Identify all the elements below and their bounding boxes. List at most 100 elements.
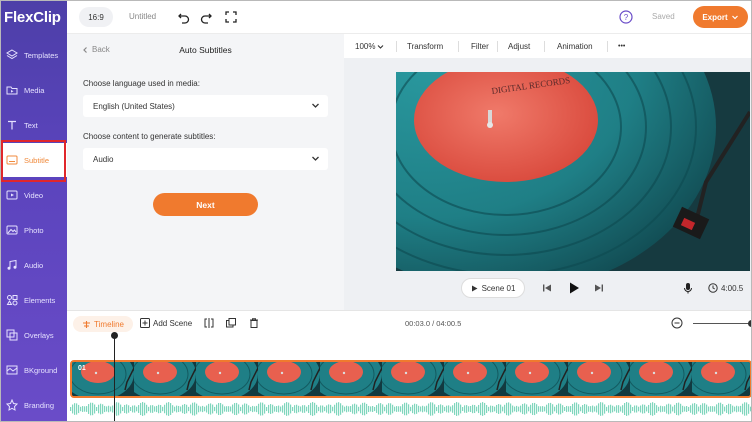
elements-icon [6, 294, 18, 306]
sidebar-item-label: Templates [24, 50, 59, 60]
sidebar-item-label: Video [24, 190, 44, 200]
sidebar-item-media[interactable]: Media [0, 73, 67, 107]
transform-button[interactable]: Transform [407, 42, 443, 51]
svg-text:?: ? [624, 13, 629, 22]
clip-thumbnail [258, 362, 320, 396]
redo-icon[interactable] [199, 10, 213, 24]
folder-icon [6, 84, 18, 96]
sidebar: FlexClip Templates Media Text Subtitle Video… [0, 0, 67, 422]
sidebar-item-audio[interactable]: Audio [0, 248, 67, 282]
zoom-slider-track[interactable] [693, 323, 752, 324]
sidebar-item-label: Photo [24, 225, 44, 235]
flexclip-logo[interactable]: FlexClip [4, 9, 61, 26]
scene-selector[interactable]: Scene 01 [461, 278, 525, 298]
export-label: Export [702, 12, 728, 22]
content-value: Audio [93, 154, 114, 164]
skip-back-icon[interactable] [541, 282, 553, 294]
duplicate-icon[interactable] [225, 317, 237, 329]
chevron-down-icon [731, 15, 738, 20]
sidebar-item-text[interactable]: Text [0, 108, 67, 142]
zoom-slider-handle[interactable] [748, 320, 752, 327]
vinyl-record-image: DIGITAL RECORDS [396, 72, 750, 271]
sidebar-item-branding[interactable]: Branding [0, 388, 67, 422]
timeline-time-readout: 00:03.0 / 04:00.5 [405, 319, 462, 328]
clip-thumbnail [506, 362, 568, 396]
clip-thumbnail [568, 362, 630, 396]
timeline-toggle[interactable]: Timeline [73, 316, 133, 332]
video-icon [6, 189, 18, 201]
play-icon [471, 285, 478, 291]
timeline-label: Timeline [94, 319, 124, 329]
clip-thumbnail [630, 362, 692, 396]
microphone-icon[interactable] [682, 282, 694, 294]
trash-icon[interactable] [248, 317, 260, 329]
branding-icon [6, 399, 18, 411]
chevron-down-icon [378, 45, 384, 49]
play-icon[interactable] [567, 281, 581, 295]
chevron-down-icon [312, 156, 319, 161]
panel-title: Auto Subtitles [179, 45, 232, 55]
clip-thumbnail [134, 362, 196, 396]
divider [396, 41, 397, 52]
add-scene-button[interactable]: Add Scene [140, 318, 192, 328]
video-canvas[interactable]: DIGITAL RECORDS [396, 72, 750, 271]
sidebar-item-label: Audio [24, 260, 44, 270]
adjust-button[interactable]: Adjust [508, 42, 530, 51]
language-select[interactable]: English (United States) [83, 95, 328, 117]
sidebar-item-elements[interactable]: Elements [0, 283, 67, 317]
duration-readout: 4:00.5 [708, 283, 743, 293]
timeline-panel: Timeline Add Scene 00:03.0 / 04:00.5 01 [67, 310, 752, 422]
scene-label: Scene 01 [481, 283, 516, 293]
timeline-icon [83, 320, 91, 328]
zoom-out-icon[interactable] [671, 317, 683, 329]
layers-icon [6, 49, 18, 61]
auto-subtitles-panel: Back Auto Subtitles Choose language used… [67, 34, 352, 310]
skip-forward-icon[interactable] [593, 282, 605, 294]
preview-area: DIGITAL RECORDS Scene 01 4:00.5 [344, 58, 752, 310]
sidebar-item-templates[interactable]: Templates [0, 38, 67, 72]
photo-icon [6, 224, 18, 236]
background-icon [6, 364, 18, 376]
duration-value: 4:00.5 [721, 283, 744, 293]
scene-clip[interactable]: 01 [70, 360, 752, 398]
sidebar-item-label: Text [24, 120, 38, 130]
sidebar-item-photo[interactable]: Photo [0, 213, 67, 247]
animation-button[interactable]: Animation [557, 42, 593, 51]
plus-square-icon [140, 318, 150, 328]
sidebar-item-bkground[interactable]: BKground [0, 353, 67, 387]
filter-button[interactable]: Filter [471, 42, 489, 51]
sidebar-item-video[interactable]: Video [0, 178, 67, 212]
help-icon[interactable]: ? [619, 10, 633, 24]
music-icon [6, 259, 18, 271]
clip-thumbnail [320, 362, 382, 396]
next-button[interactable]: Next [153, 193, 258, 216]
playhead[interactable] [114, 333, 115, 422]
audio-waveform[interactable] [70, 402, 752, 416]
more-options-button[interactable]: ••• [618, 43, 625, 50]
project-title[interactable]: Untitled [129, 12, 156, 21]
undo-icon[interactable] [177, 10, 191, 24]
sidebar-item-label: Media [24, 85, 45, 95]
clip-thumbnail [196, 362, 258, 396]
clip-thumbnail [692, 362, 750, 396]
text-icon [6, 119, 18, 131]
preview-toolbar: 100% Transform Filter Adjust Animation •… [344, 34, 752, 58]
language-label: Choose language used in media: [83, 79, 200, 88]
split-icon[interactable] [203, 317, 215, 329]
content-label: Choose content to generate subtitles: [83, 132, 216, 141]
zoom-value: 100% [355, 42, 376, 51]
export-button[interactable]: Export [693, 6, 748, 28]
divider [544, 41, 545, 52]
clip-thumbnail [444, 362, 506, 396]
clip-number: 01 [78, 365, 86, 372]
fullscreen-icon[interactable] [224, 10, 238, 24]
content-select[interactable]: Audio [83, 148, 328, 170]
sidebar-item-label: BKground [24, 365, 58, 375]
sidebar-item-label: Elements [24, 295, 56, 305]
aspect-ratio-button[interactable]: 16:9 [79, 7, 113, 27]
sidebar-item-overlays[interactable]: Overlays [0, 318, 67, 352]
chevron-down-icon [312, 103, 319, 108]
sidebar-item-label: Branding [24, 400, 55, 410]
sidebar-item-label: Overlays [24, 330, 54, 340]
zoom-dropdown[interactable]: 100% [355, 42, 384, 51]
